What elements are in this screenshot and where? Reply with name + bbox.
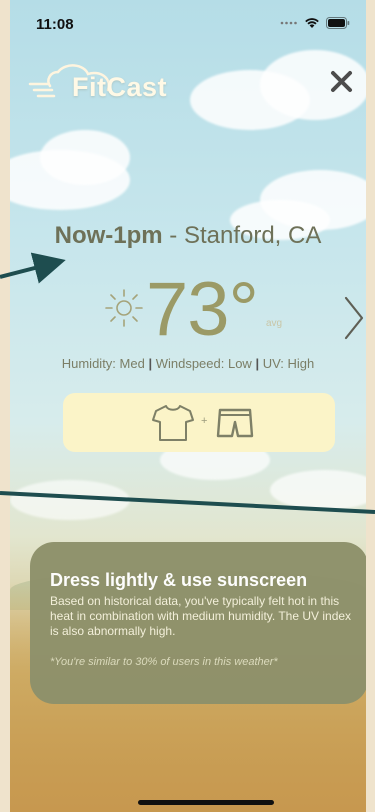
forecast-headline: Now-1pm - Stanford, CA: [10, 222, 366, 250]
close-icon: [331, 71, 352, 92]
home-indicator[interactable]: [138, 800, 274, 805]
uv-stat: UV: High: [262, 356, 315, 371]
humidity-stat: Humidity: Med: [61, 356, 145, 371]
app-name: FitCast: [72, 72, 168, 102]
sun-icon: [105, 289, 143, 327]
chevron-right-icon: [344, 296, 364, 340]
weather-stats: Humidity: Med | Windspeed: Low | UV: Hig…: [10, 356, 366, 371]
battery-icon: [326, 17, 350, 29]
close-button[interactable]: [328, 68, 356, 96]
advice-card: Dress lightly & use sunscreen Based on h…: [30, 542, 366, 704]
stat-separator: |: [255, 356, 260, 371]
right-margin: [366, 0, 375, 812]
windspeed-stat: Windspeed: Low: [155, 356, 252, 371]
status-bar: 11:08: [10, 0, 366, 40]
status-icons: [280, 17, 350, 29]
signal-dots-icon: [280, 21, 297, 25]
outfit-recommendation[interactable]: +: [63, 393, 335, 452]
cloud: [10, 480, 130, 520]
next-period-button[interactable]: [340, 294, 366, 342]
forecast-period: Now-1pm: [54, 222, 163, 249]
temperature-qualifier: avg: [266, 318, 283, 329]
app-logo: FitCast: [28, 60, 188, 112]
cloud: [40, 130, 130, 185]
advice-title: Dress lightly & use sunscreen: [50, 570, 308, 590]
forecast-location: - Stanford, CA: [162, 222, 322, 249]
cloud: [270, 470, 366, 510]
advice-body: Based on historical data, you've typical…: [50, 594, 352, 638]
advice-note: *You're similar to 30% of users in this …: [50, 656, 278, 668]
wifi-icon: [305, 18, 319, 28]
left-margin: [0, 0, 10, 812]
t-shirt-icon: [152, 405, 194, 441]
stat-separator: |: [148, 356, 153, 371]
app-screen: 11:08 FitCast Now-1pm - Stanford, CA 73°…: [10, 0, 366, 812]
status-time: 11:08: [36, 16, 74, 33]
temperature-row: 73° avg: [10, 267, 366, 352]
temperature-value: 73°: [146, 267, 259, 352]
outfit-plus: +: [201, 415, 208, 427]
shorts-icon: [216, 408, 254, 438]
